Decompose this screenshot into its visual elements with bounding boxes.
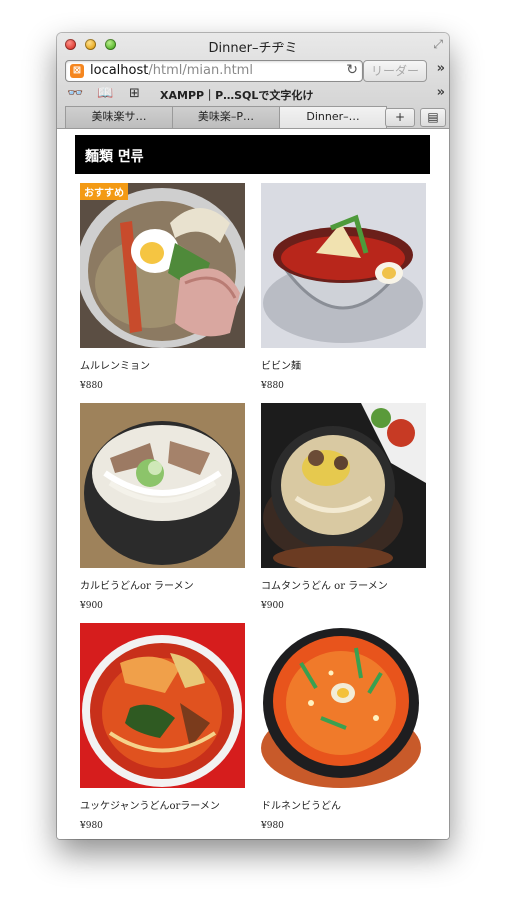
gomtang-udon-image — [261, 403, 426, 568]
page-content: 麵類 면류 おすすめ ムルレンミョン ¥880 ビビン麺 ¥880 カルビうどん… — [57, 129, 449, 839]
bookmarks-bar: 👓 📖 ⊞ XAMPP｜P…SQLで文字化け — [57, 84, 449, 104]
reload-icon[interactable]: ↻ — [346, 62, 358, 78]
section-header: 麵類 면류 — [75, 135, 430, 174]
menu-item-price: ¥980 — [80, 821, 103, 831]
bookmarks-overflow-icon[interactable]: » — [437, 85, 445, 100]
url-path: /html/mian.html — [148, 63, 253, 78]
menu-item-photo[interactable] — [261, 623, 426, 788]
menu-item-photo[interactable] — [261, 403, 426, 568]
menu-item-photo[interactable] — [261, 183, 426, 348]
url-host: localhost — [90, 63, 149, 78]
url-text[interactable]: localhost/html/mian.html — [90, 63, 253, 78]
menu-item-photo[interactable] — [80, 403, 245, 568]
browser-window: Dinner–チヂミ ⤢ ⊠ localhost/html/mian.html … — [57, 33, 449, 839]
menu-item-name: ビビン麺 — [261, 361, 301, 372]
browser-chrome: Dinner–チヂミ ⤢ ⊠ localhost/html/mian.html … — [57, 33, 449, 129]
menu-item-name: ユッケジャンうどんorラーメン — [80, 801, 220, 812]
new-tab-plus-icon[interactable]: + — [385, 108, 415, 127]
section-title: 麵類 면류 — [85, 149, 144, 165]
menu-item-name: カルビうどんor ラーメン — [80, 581, 194, 592]
menu-item-photo[interactable] — [80, 183, 245, 348]
menu-item-price: ¥880 — [261, 381, 284, 391]
tab-bar: 美味楽サ… 美味楽–P… Dinner–… + ▤ — [57, 106, 449, 128]
bookmarks-book-icon[interactable]: 📖 — [97, 86, 113, 101]
menu-item-price: ¥880 — [80, 381, 103, 391]
menu-item-price: ¥980 — [261, 821, 284, 831]
naengmyeon-image — [80, 183, 245, 348]
tab-2[interactable]: 美味楽–P… — [172, 106, 280, 128]
menu-item-name: ムルレンミョン — [80, 361, 150, 372]
tab-3-active[interactable]: Dinner–… — [279, 106, 387, 128]
dolsot-udon-image — [261, 623, 426, 788]
fullscreen-icon[interactable]: ⤢ — [433, 37, 443, 52]
reader-button[interactable]: リーダー — [363, 60, 427, 82]
reading-list-icon[interactable]: 👓 — [67, 86, 83, 101]
window-title: Dinner–チヂミ — [208, 41, 298, 56]
tab-1[interactable]: 美味楽サ… — [65, 106, 173, 128]
recommended-badge: おすすめ — [80, 183, 128, 200]
top-sites-grid-icon[interactable]: ⊞ — [129, 86, 140, 101]
menu-item-price: ¥900 — [80, 601, 103, 611]
bookmark-item[interactable]: XAMPP｜P…SQLで文字化け — [160, 87, 313, 103]
bibim-men-image — [261, 183, 426, 348]
menu-item-name: コムタンうどん or ラーメン — [261, 581, 388, 592]
site-favicon-icon: ⊠ — [70, 64, 84, 78]
title-bar: Dinner–チヂミ ⤢ — [57, 33, 449, 56]
menu-item-name: ドルネンビうどん — [261, 801, 341, 812]
menu-item-price: ¥900 — [261, 601, 284, 611]
toolbar-overflow-icon[interactable]: » — [437, 61, 445, 76]
yukgaejang-udon-image — [80, 623, 245, 788]
galbi-udon-image — [80, 403, 245, 568]
address-bar[interactable]: ⊠ localhost/html/mian.html ↻ — [65, 60, 363, 82]
menu-item-photo[interactable] — [80, 623, 245, 788]
tab-overview-icon[interactable]: ▤ — [420, 108, 446, 127]
